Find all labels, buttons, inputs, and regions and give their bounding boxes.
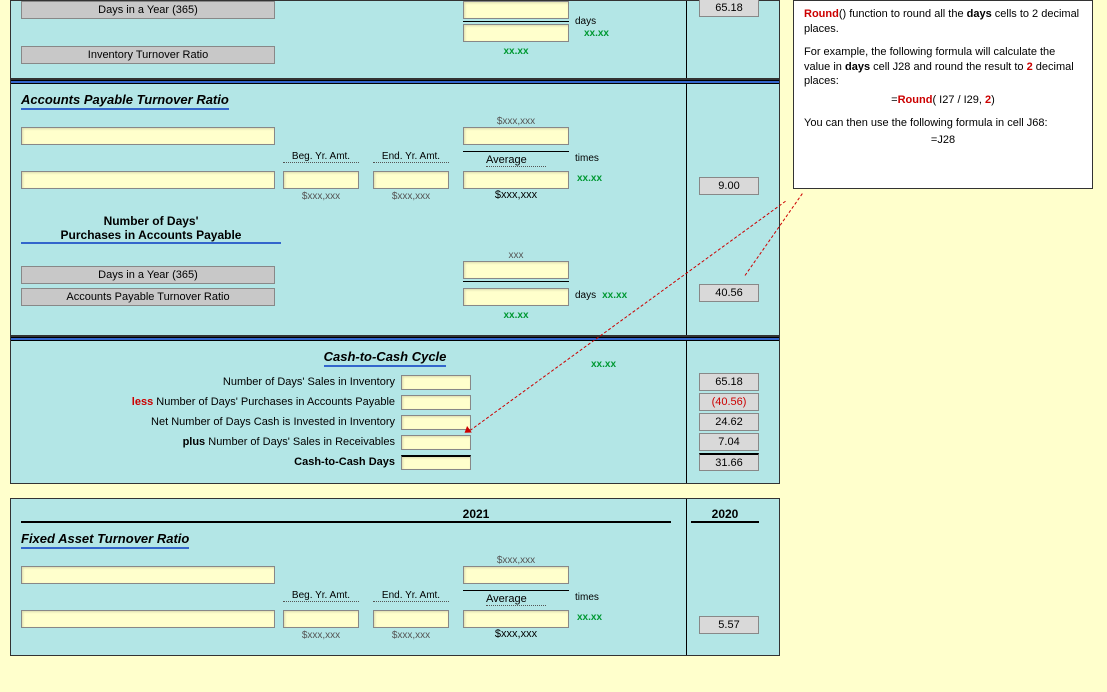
end-amt-input[interactable] [373, 171, 449, 189]
section-fixed-asset: 2021 2020 Fixed Asset Turnover Ratio $xx… [10, 498, 780, 656]
worksheet-container: Days in a Year (365) days 65.18 Inventor… [10, 0, 780, 484]
ap-frac-num[interactable] [463, 127, 569, 145]
ctoc-val-1: (40.56) [699, 393, 759, 411]
frac-den-input[interactable] [463, 24, 569, 42]
ap-input-2[interactable] [21, 171, 275, 189]
section-ap-turnover: Accounts Payable Turnover Ratio $xxx,xxx… [11, 84, 779, 337]
num-days-heading-2: Purchases in Accounts Payable [21, 228, 281, 244]
fa-input-1[interactable] [21, 566, 275, 584]
ap-turnover-ratio-label: Accounts Payable Turnover Ratio [21, 288, 275, 306]
days-frac-den[interactable] [463, 288, 569, 306]
fa-frac-den[interactable] [463, 610, 569, 628]
fa-input-2[interactable] [21, 610, 275, 628]
inv-turnover-label: Inventory Turnover Ratio [21, 46, 275, 64]
year-2021-header: 2021 [281, 507, 671, 523]
days-365-label: Days in a Year (365) [21, 266, 275, 284]
section-cash-to-cash: Cash-to-Cash Cycle xx.xx Number of Days'… [11, 341, 779, 483]
ctoc-val-0: 65.18 [699, 373, 759, 391]
beg-amt-input[interactable] [283, 171, 359, 189]
help-panel: Round() function to round all the days c… [793, 0, 1093, 189]
ctoc-val-3: 7.04 [699, 433, 759, 451]
days-frac-num[interactable] [463, 261, 569, 279]
ctoc-val-2: 24.62 [699, 413, 759, 431]
inventory-days-result: 65.18 [699, 0, 759, 17]
ctoc-rows: Number of Days' Sales in Inventory 65.18… [21, 373, 769, 471]
ctoc-heading: Cash-to-Cash Cycle [324, 349, 447, 367]
ap-days-result: 40.56 [699, 284, 759, 302]
ap-turnover-heading: Accounts Payable Turnover Ratio [21, 92, 229, 110]
fa-end-input[interactable] [373, 610, 449, 628]
xx-placeholder: xx.xx [463, 46, 569, 57]
ctoc-in-1[interactable] [401, 395, 471, 410]
ctoc-in-4[interactable] [401, 455, 471, 470]
days-unit: days [575, 16, 596, 27]
ctoc-in-3[interactable] [401, 435, 471, 450]
ctoc-in-0[interactable] [401, 375, 471, 390]
num-days-heading-1: Number of Days' [21, 214, 281, 228]
year-2020-header: 2020 [691, 507, 759, 523]
days-year-label: Days in a Year (365) [21, 1, 275, 19]
ctoc-in-2[interactable] [401, 415, 471, 430]
fa-frac-num[interactable] [463, 566, 569, 584]
fa-beg-input[interactable] [283, 610, 359, 628]
fixed-asset-heading: Fixed Asset Turnover Ratio [21, 531, 189, 549]
frac-num-input[interactable] [463, 1, 569, 19]
ctoc-val-4: 31.66 [699, 453, 759, 471]
section-inventory-days: Days in a Year (365) days 65.18 Inventor… [11, 1, 779, 80]
ap-frac-den[interactable] [463, 171, 569, 189]
ap-input-1[interactable] [21, 127, 275, 145]
